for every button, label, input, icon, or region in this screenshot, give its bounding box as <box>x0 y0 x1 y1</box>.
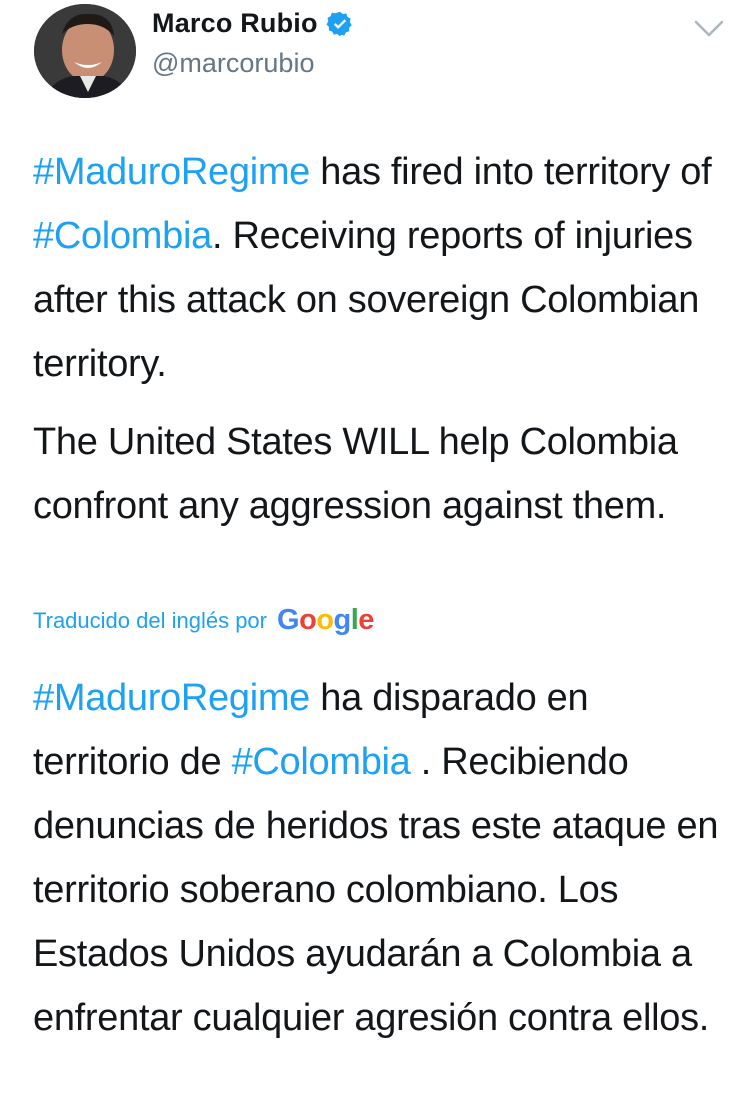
hashtag-link-madururegime[interactable]: #MaduroRegime <box>33 677 310 719</box>
author-name-row: Marco Rubio <box>152 8 354 39</box>
google-logo: Google <box>277 604 374 636</box>
translated-by-label: Traducido del inglés por <box>33 607 267 633</box>
avatar[interactable] <box>34 4 136 98</box>
translated-text-paragraph: #MaduroRegime ha disparado en territorio… <box>33 666 733 1050</box>
translated-by-link[interactable]: Traducido del inglés por Google <box>33 604 374 637</box>
author-name[interactable]: Marco Rubio <box>152 8 318 39</box>
tweet-header: Marco Rubio @marcorubio <box>0 0 750 110</box>
hashtag-link-madururegime[interactable]: #MaduroRegime <box>33 151 310 193</box>
avatar-photo <box>34 4 136 98</box>
tweet-text-paragraph-2: The United States WILL help Colombia con… <box>33 421 678 527</box>
chevron-down-icon[interactable] <box>692 16 726 42</box>
verified-badge-icon <box>326 11 352 36</box>
tweet-text-paragraph-1: #MaduroRegime has fired into territory o… <box>33 140 733 396</box>
author-handle[interactable]: @marcorubio <box>152 48 314 79</box>
translated-text-segment: . Recibiendo denuncias de heridos tras e… <box>33 741 719 1039</box>
hashtag-link-colombia[interactable]: #Colombia <box>33 215 212 257</box>
hashtag-link-colombia[interactable]: #Colombia <box>232 741 411 783</box>
tweet-text-segment: has fired into territory of <box>310 151 712 193</box>
tweet: Marco Rubio @marcorubio #MaduroRegime ha… <box>0 0 750 1102</box>
